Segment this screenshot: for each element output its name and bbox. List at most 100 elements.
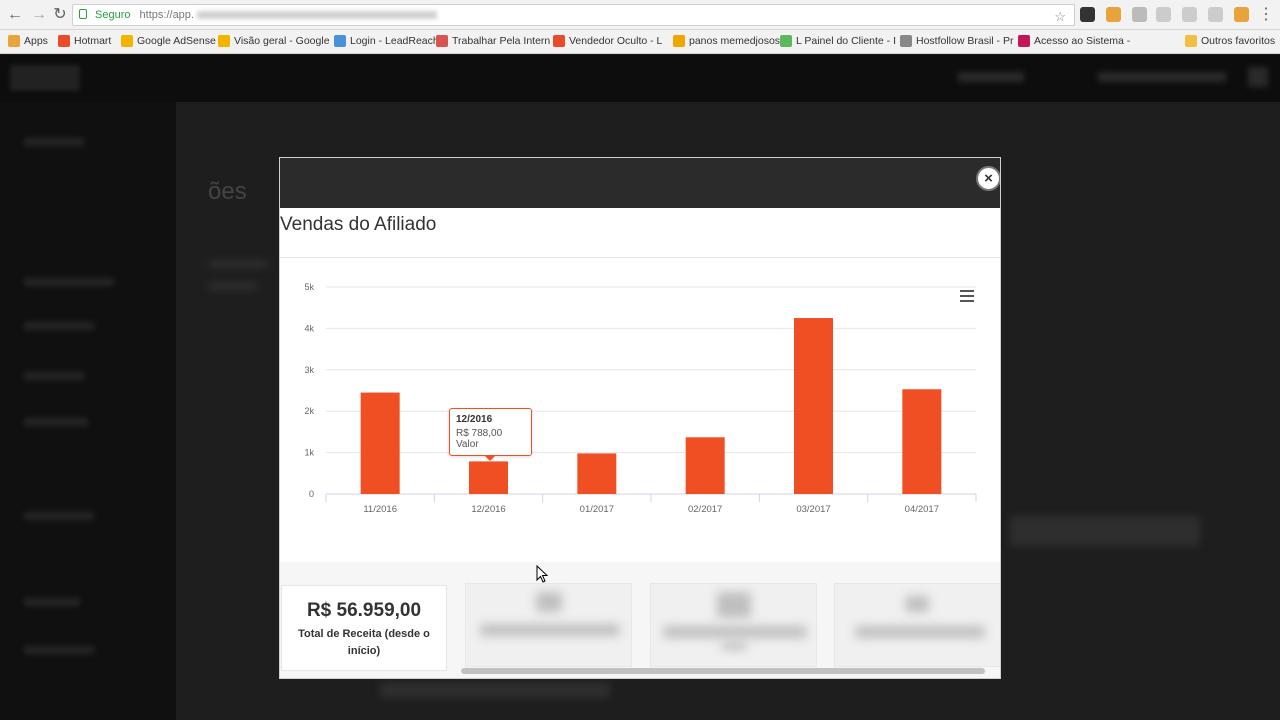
- modal-header: [280, 158, 1000, 208]
- sidebar-item: [24, 418, 88, 426]
- bookmark-item[interactable]: Apps: [8, 35, 48, 47]
- bookmark-label: Login - LeadReach: [350, 35, 439, 47]
- horizontal-scrollbar[interactable]: [461, 668, 985, 674]
- bookmark-item[interactable]: Visão geral - Google: [218, 35, 330, 47]
- sidebar: [0, 102, 176, 720]
- tooltip-arrow: [484, 455, 496, 461]
- bookmark-item[interactable]: Hostfollow Brasil - Pr: [900, 35, 1013, 47]
- bookmark-item[interactable]: Hotmart: [58, 35, 111, 47]
- bookmark-item[interactable]: Login - LeadReach: [334, 35, 439, 47]
- bar: [902, 389, 942, 494]
- extension-icon[interactable]: [1156, 7, 1171, 22]
- bookmark-item[interactable]: L Painel do Cliente - I: [780, 35, 896, 47]
- bookmark-label: Trabalhar Pela Intern: [452, 35, 551, 47]
- bookmark-item[interactable]: Outros favoritos: [1185, 35, 1275, 47]
- chrome-menu-icon[interactable]: ⋮: [1256, 5, 1276, 25]
- extension-icon[interactable]: [1208, 7, 1223, 22]
- blurred-content: [717, 592, 751, 618]
- bookmark-label: Vendedor Oculto - L: [569, 35, 663, 47]
- bookmark-item[interactable]: Google AdSense: [121, 35, 216, 47]
- bar: [360, 392, 400, 494]
- y-tick-label: 0: [309, 489, 314, 499]
- extension-icon[interactable]: [1106, 7, 1121, 22]
- bookmark-item[interactable]: Vendedor Oculto - L: [553, 35, 662, 47]
- extension-icon[interactable]: [1080, 7, 1095, 22]
- modal-title: Vendas do Afiliado: [280, 214, 437, 235]
- bookmark-favicon-icon: [553, 35, 565, 47]
- bookmark-item[interactable]: panos memedjosos: [673, 35, 780, 47]
- blurred-stat-card: [650, 583, 817, 667]
- extension-icon[interactable]: [1234, 7, 1249, 22]
- sidebar-item: [24, 322, 94, 330]
- bookmark-label: Visão geral - Google: [234, 35, 330, 47]
- forward-arrow-icon[interactable]: →: [29, 5, 49, 25]
- x-tick-label: 04/2017: [905, 504, 939, 515]
- bookmark-label: Outros favoritos: [1201, 35, 1276, 47]
- address-url: https://app.: [139, 9, 194, 21]
- x-tick-label: 12/2016: [471, 504, 505, 515]
- bookmark-label: Apps: [24, 35, 48, 47]
- reload-icon[interactable]: ↻: [50, 5, 70, 25]
- blurred-content: [663, 626, 807, 638]
- header-blurred-item: [1098, 72, 1226, 82]
- blurred-content: [905, 596, 929, 612]
- blurred-stat-card: [465, 583, 632, 667]
- header-blurred-item: [1248, 67, 1268, 87]
- sidebar-item: [24, 646, 94, 654]
- back-arrow-icon[interactable]: ←: [5, 5, 25, 25]
- bookmarks-bar: Apps Hotmart Google AdSense Visão geral …: [0, 30, 1280, 54]
- y-tick-label: 3k: [304, 365, 314, 375]
- url-blurred: [197, 11, 438, 20]
- browser-toolbar: ← → ↻ Seguro https://app. ☆ ⋮: [0, 0, 1280, 30]
- bookmark-label: Hotmart: [74, 35, 112, 47]
- bookmark-favicon-icon: [900, 35, 912, 47]
- x-tick-label: 11/2016: [363, 504, 397, 515]
- bar: [794, 318, 833, 494]
- sidebar-item: [24, 278, 114, 286]
- mouse-cursor-icon: [536, 565, 549, 583]
- tooltip-body: R$ 788,00 Valor: [456, 428, 503, 450]
- bookmark-item[interactable]: Trabalhar Pela Intern: [436, 35, 550, 47]
- blurred-content: [855, 626, 985, 638]
- y-tick-label: 5k: [304, 282, 314, 292]
- header-blurred-item: [958, 72, 1024, 82]
- lock-icon: [79, 9, 87, 19]
- bookmark-favicon-icon: [436, 35, 448, 47]
- bookmark-label: panos memedjosos: [689, 35, 781, 47]
- close-button[interactable]: ×: [976, 166, 1000, 191]
- bookmark-star-icon[interactable]: ☆: [1054, 7, 1066, 25]
- sidebar-item: [24, 512, 94, 520]
- x-tick-label: 02/2017: [688, 504, 722, 515]
- sales-modal: × Vendas do Afiliado 0 1k 2k 3k 4k 5k 11/2016 1…: [279, 157, 1001, 679]
- y-tick-label: 2k: [304, 406, 314, 416]
- tooltip-title: 12/2016: [456, 414, 493, 425]
- extension-icon[interactable]: [1182, 7, 1197, 22]
- blurred-content: [480, 624, 620, 636]
- folder-icon: [1185, 35, 1197, 47]
- bar: [469, 461, 508, 494]
- bookmark-favicon-icon: [780, 35, 792, 47]
- bookmark-label: L Painel do Cliente - I: [796, 35, 897, 47]
- blurred-stat-card: [834, 583, 1000, 667]
- bookmark-label: Hostfollow Brasil - Pr: [916, 35, 1014, 47]
- bookmark-item[interactable]: Acesso ao Sistema -: [1018, 35, 1130, 47]
- y-tick-label: 4k: [304, 323, 314, 333]
- y-tick-label: 1k: [304, 448, 314, 458]
- bar: [685, 437, 725, 494]
- sales-chart: 0 1k 2k 3k 4k 5k 11/2016 12/2016 01/2017 02/2017 0…: [304, 282, 977, 515]
- bookmark-favicon-icon: [58, 35, 70, 47]
- extension-icon[interactable]: [1132, 7, 1147, 22]
- address-bar[interactable]: Seguro https://app. ☆: [72, 4, 1075, 26]
- page-blurred-text: [380, 682, 610, 698]
- page-blurred-text: [208, 260, 268, 268]
- chart-menu-icon[interactable]: [960, 290, 974, 302]
- total-revenue-card: R$ 56.959,00 Total de Receita (desde o i…: [281, 585, 447, 671]
- bookmark-favicon-icon: [334, 35, 346, 47]
- blurred-content: [721, 642, 747, 650]
- secure-label: Seguro: [95, 9, 131, 21]
- total-revenue-value: R$ 56.959,00: [306, 600, 422, 621]
- sidebar-item: [24, 138, 84, 146]
- site-logo: [10, 65, 80, 91]
- page-blurred-text: [1010, 516, 1200, 546]
- page-blurred-text: [208, 282, 258, 290]
